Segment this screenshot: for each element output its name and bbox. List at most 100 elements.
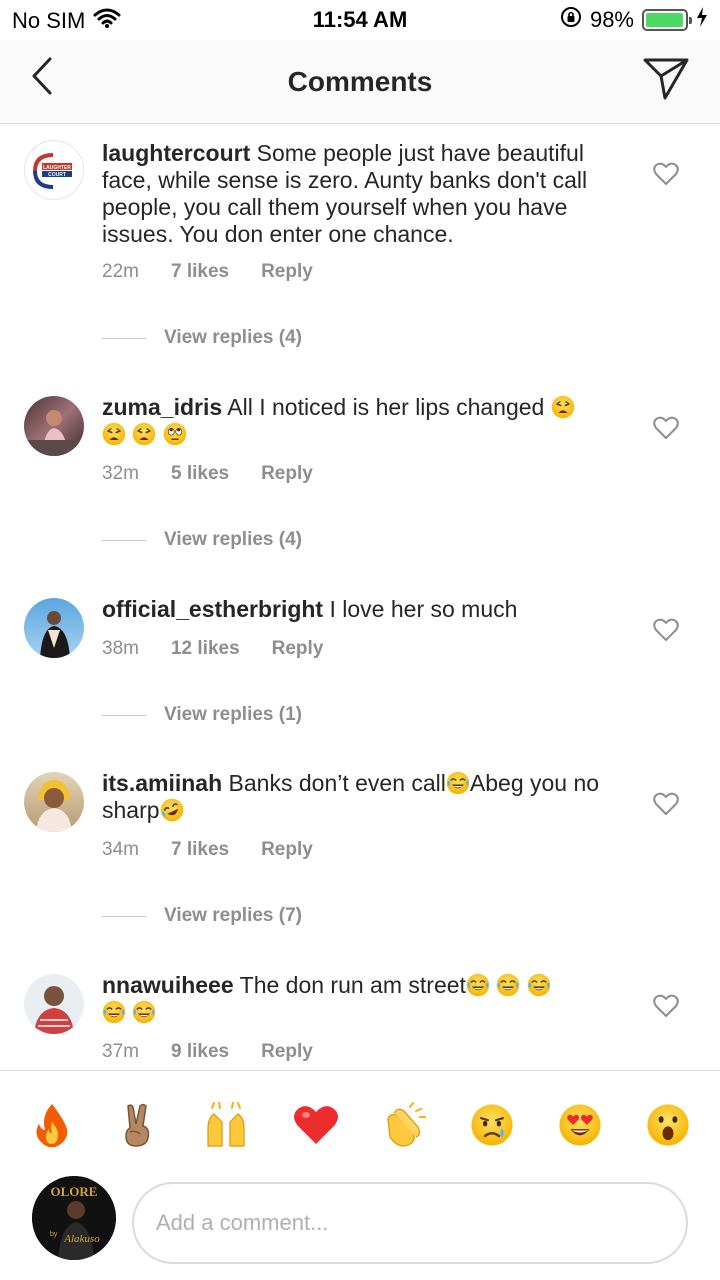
- status-bar: No SIM 11:54 AM 98%: [0, 0, 720, 40]
- like-button[interactable]: [652, 162, 680, 190]
- heart-outline-icon: [653, 994, 679, 1023]
- comments-list[interactable]: LAUGHTER COURT laughtercourt Some people…: [0, 124, 720, 1070]
- reply-button[interactable]: Reply: [261, 261, 313, 283]
- red-heart-emoji-button[interactable]: [292, 1101, 340, 1149]
- avatar-title-text: OLORE: [51, 1184, 98, 1199]
- comment-text: The don run am street: [239, 972, 466, 998]
- svg-text:LAUGHTER: LAUGHTER: [43, 165, 71, 171]
- comment-text: Banks don’t even call: [228, 770, 446, 796]
- reply-button[interactable]: Reply: [261, 1041, 313, 1063]
- avatar[interactable]: [24, 974, 84, 1034]
- comment-meta: 32m 5 likes Reply: [102, 463, 313, 485]
- view-replies-label: View replies (4): [164, 327, 302, 348]
- view-replies-button[interactable]: View replies (1): [102, 704, 302, 726]
- view-replies-button[interactable]: View replies (4): [102, 327, 302, 349]
- divider-line: [102, 337, 146, 339]
- comment-time: 32m: [102, 463, 139, 484]
- like-button[interactable]: [652, 994, 680, 1022]
- comment-time: 38m: [102, 638, 139, 659]
- like-button[interactable]: [652, 792, 680, 820]
- comment-username[interactable]: nnawuiheee: [102, 972, 234, 998]
- weary-face-icon: [132, 422, 156, 446]
- like-button[interactable]: [652, 416, 680, 444]
- comment-likes[interactable]: 7 likes: [171, 261, 229, 283]
- tears-of-joy-icon: [466, 973, 490, 997]
- open-mouth-icon: [647, 1104, 689, 1146]
- view-replies-label: View replies (1): [164, 704, 302, 725]
- battery-percent: 98%: [589, 7, 634, 32]
- open-mouth-emoji-button[interactable]: [644, 1101, 692, 1149]
- battery-fill: [646, 13, 684, 27]
- heart-outline-icon: [653, 792, 679, 821]
- raising-hands-emoji-button[interactable]: [202, 1101, 250, 1149]
- heart-eyes-emoji-button[interactable]: [556, 1101, 604, 1149]
- comment-input[interactable]: [132, 1182, 688, 1264]
- comment-text: I love her so much: [329, 596, 518, 622]
- emoji-reaction-bar: [0, 1070, 720, 1180]
- clapping-hands-icon: [387, 1102, 426, 1147]
- view-replies-label: View replies (4): [164, 529, 302, 550]
- weary-face-icon: [102, 422, 126, 446]
- comment-body: official_estherbright I love her so much: [102, 596, 622, 623]
- comment-username[interactable]: official_estherbright: [102, 596, 323, 622]
- avatar[interactable]: [24, 396, 84, 456]
- divider-line: [102, 539, 146, 541]
- tears-of-joy-icon: [496, 973, 520, 997]
- view-replies-button[interactable]: View replies (4): [102, 529, 302, 551]
- comment-meta: 34m 7 likes Reply: [102, 839, 313, 861]
- fire-emoji-button[interactable]: [28, 1101, 76, 1149]
- battery-cap: [689, 17, 692, 24]
- page-title: Comments: [287, 66, 433, 97]
- avatar[interactable]: [24, 598, 84, 658]
- charging-icon: [696, 7, 708, 33]
- status-right: 98%: [560, 6, 708, 34]
- view-replies-label: View replies (7): [164, 905, 302, 926]
- comment-username[interactable]: zuma_idris: [102, 394, 222, 420]
- divider-line: [102, 714, 146, 716]
- svg-text:COURT: COURT: [48, 172, 66, 178]
- header: Comments: [0, 40, 720, 124]
- avatar-by-text: by: [50, 1231, 58, 1238]
- comment-username[interactable]: its.amiinah: [102, 770, 222, 796]
- comment-meta: 22m 7 likes Reply: [102, 261, 313, 283]
- crying-face-emoji-button[interactable]: [468, 1101, 516, 1149]
- comment-likes[interactable]: 12 likes: [171, 638, 240, 660]
- avatar[interactable]: [24, 772, 84, 832]
- avatar[interactable]: LAUGHTER COURT: [24, 140, 84, 200]
- rolling-eyes-icon: [163, 422, 187, 446]
- heart-outline-icon: [653, 162, 679, 191]
- view-replies-button[interactable]: View replies (7): [102, 905, 302, 927]
- comment-likes[interactable]: 7 likes: [171, 839, 229, 861]
- reply-button[interactable]: Reply: [261, 463, 313, 485]
- raising-hands-icon: [207, 1102, 245, 1147]
- comment-body: laughtercourt Some people just have beau…: [102, 140, 622, 248]
- comment-likes[interactable]: 5 likes: [171, 463, 229, 485]
- heart-outline-icon: [653, 618, 679, 647]
- reply-button[interactable]: Reply: [261, 839, 313, 861]
- red-heart-icon: [294, 1106, 338, 1144]
- rofl-icon: [160, 798, 184, 822]
- comment-meta: 38m 12 likes Reply: [102, 638, 323, 660]
- comment-body: its.amiinah Banks don’t even call Abeg yo…: [102, 770, 622, 824]
- clapping-hands-emoji-button[interactable]: [380, 1101, 428, 1149]
- tears-of-joy-icon: [527, 973, 551, 997]
- comment-time: 37m: [102, 1041, 139, 1062]
- my-avatar[interactable]: OLORE by Alakuso: [32, 1176, 116, 1260]
- comment-likes[interactable]: 9 likes: [171, 1041, 229, 1063]
- tears-of-joy-icon: [102, 1000, 126, 1024]
- like-button[interactable]: [652, 618, 680, 646]
- victory-hand-emoji-button[interactable]: [114, 1101, 162, 1149]
- avatar-script-text: Alakuso: [63, 1233, 100, 1245]
- comment-body: zuma_idris All I noticed is her lips cha…: [102, 394, 622, 448]
- heart-eyes-icon: [559, 1104, 601, 1146]
- rotation-lock-icon: [560, 6, 582, 34]
- tears-of-joy-icon: [132, 1000, 156, 1024]
- share-button[interactable]: [642, 56, 690, 104]
- paper-plane-icon: [643, 56, 689, 105]
- comment-username[interactable]: laughtercourt: [102, 140, 250, 166]
- comment-body: nnawuiheee The don run am street: [102, 972, 622, 1026]
- reply-button[interactable]: Reply: [272, 638, 324, 660]
- crying-face-icon: [471, 1104, 513, 1146]
- victory-hand-icon: [125, 1103, 150, 1147]
- comment-time: 22m: [102, 261, 139, 282]
